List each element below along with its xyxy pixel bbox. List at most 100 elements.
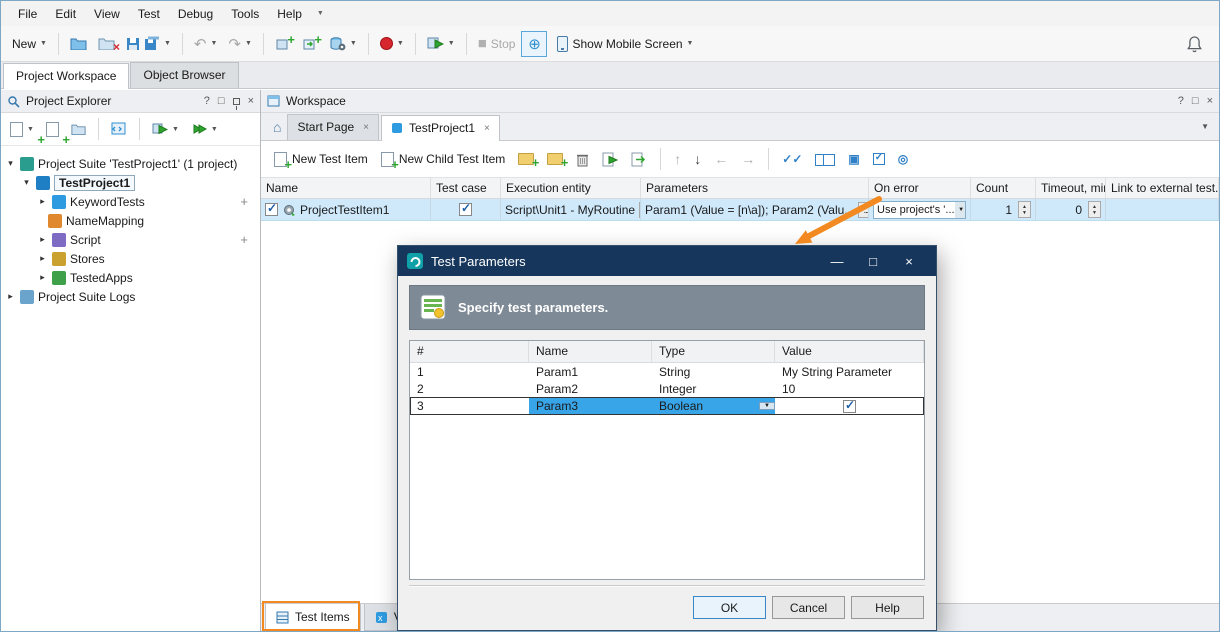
redo-button[interactable]: ↷ ▼ <box>223 31 257 57</box>
tree-item-script[interactable]: ▸ Script + <box>1 230 260 249</box>
maximize-icon[interactable]: □ <box>1192 95 1199 107</box>
group-state-button[interactable]: ◎ <box>893 148 913 170</box>
cell-value[interactable] <box>775 397 924 415</box>
cell-type[interactable]: Boolean ▼ <box>652 397 775 415</box>
column-header-number[interactable]: # <box>410 341 529 362</box>
help-button[interactable]: Help <box>851 596 924 619</box>
close-icon[interactable]: × <box>1207 95 1213 107</box>
menu-edit[interactable]: Edit <box>46 3 85 25</box>
run-selected-button[interactable] <box>597 148 623 171</box>
close-icon[interactable]: × <box>484 123 490 134</box>
tree-item-testproject1[interactable]: ▾ TestProject1 <box>1 173 260 192</box>
column-header-type[interactable]: Type <box>652 341 775 362</box>
invert-checks-button[interactable]: ▣ <box>843 148 864 170</box>
column-header-test-case[interactable]: Test case <box>431 178 501 198</box>
add-item-button[interactable]: + <box>270 32 296 55</box>
record-button[interactable]: ▼ <box>375 33 409 54</box>
cell-name[interactable]: Param3 <box>529 397 652 415</box>
menu-debug[interactable]: Debug <box>169 3 222 25</box>
menu-test[interactable]: Test <box>129 3 169 25</box>
chevron-down-icon[interactable]: ▾ <box>21 177 32 188</box>
column-header-execution-entity[interactable]: Execution entity <box>501 178 641 198</box>
move-up-button[interactable]: ↑ <box>669 147 686 171</box>
add-group-button[interactable]: + <box>513 149 539 169</box>
column-header-link-external[interactable]: Link to external test... <box>1106 178 1219 198</box>
column-header-timeout[interactable]: Timeout, min <box>1036 178 1106 198</box>
help-icon[interactable]: ? <box>204 95 210 107</box>
cell-type[interactable]: Integer <box>652 380 775 397</box>
chevron-right-icon[interactable]: ▸ <box>37 196 48 207</box>
tab-test-items[interactable]: Test Items <box>265 604 361 631</box>
column-header-value[interactable]: Value <box>775 341 924 362</box>
maximize-button[interactable]: □ <box>855 246 891 276</box>
mobile-screen-toggle[interactable]: ⊕ <box>521 31 547 57</box>
home-icon[interactable]: ⌂ <box>267 119 287 135</box>
menu-view[interactable]: View <box>85 3 129 25</box>
checked-state-button[interactable] <box>868 149 890 169</box>
add-button[interactable]: + <box>240 194 248 209</box>
check-all-button[interactable]: ✓✓ <box>777 148 807 170</box>
show-mobile-screen-button[interactable]: Show Mobile Screen ▼ <box>552 32 698 56</box>
run-suite-button[interactable]: ▼ <box>186 118 223 140</box>
chevron-down-icon[interactable]: ▾ <box>5 158 16 169</box>
test-item-row[interactable]: ProjectTestItem1 Script\Unit1 - MyRoutin… <box>261 199 1219 221</box>
count-stepper[interactable]: ▲▼ <box>1018 201 1031 218</box>
close-icon[interactable]: × <box>363 122 369 133</box>
menu-tools[interactable]: Tools <box>222 3 268 25</box>
cell-value[interactable]: 10 <box>775 380 924 397</box>
cell-on-error[interactable]: Use project's '... ▼ <box>869 199 971 220</box>
chevron-right-icon[interactable]: ▸ <box>37 272 48 283</box>
cell-link-external[interactable] <box>1106 199 1219 220</box>
column-header-count[interactable]: Count <box>971 178 1036 198</box>
notifications-bell-icon[interactable] <box>1186 35 1203 53</box>
column-header-name[interactable]: Name <box>261 178 431 198</box>
tree-item-project-suite[interactable]: ▾ Project Suite 'TestProject1' (1 projec… <box>1 154 260 173</box>
run-project-button[interactable]: ▼ <box>147 118 184 140</box>
add-new-project-button[interactable]: + ▼ <box>5 118 39 141</box>
close-icon[interactable]: × <box>248 95 254 107</box>
parameter-row[interactable]: 1 Param1 String My String Parameter <box>410 363 924 380</box>
chevron-down-icon[interactable]: ▼ <box>955 202 966 218</box>
tree-item-project-suite-logs[interactable]: ▸ Project Suite Logs <box>1 287 260 306</box>
ellipsis-button[interactable]: ... <box>858 202 869 218</box>
tab-project-workspace[interactable]: Project Workspace <box>3 63 129 89</box>
boolean-value-checkbox[interactable] <box>843 400 856 413</box>
chevron-right-icon[interactable]: ▸ <box>5 291 16 302</box>
chevron-right-icon[interactable]: ▸ <box>37 253 48 264</box>
run-button[interactable]: ▼ <box>422 32 460 55</box>
cell-name[interactable]: Param2 <box>529 380 652 397</box>
close-file-button[interactable]: × <box>93 33 120 54</box>
save-button[interactable]: ▼ <box>121 32 176 55</box>
stop-button[interactable]: ■ Stop <box>473 31 521 56</box>
dialog-title-bar[interactable]: Test Parameters — □ × <box>398 246 936 276</box>
cell-value[interactable]: My String Parameter <box>775 363 924 380</box>
new-item-button[interactable]: + <box>41 118 64 141</box>
tree-item-stores[interactable]: ▸ Stores <box>1 249 260 268</box>
cell-count[interactable]: 1 ▲▼ <box>971 199 1036 220</box>
cell-name[interactable]: Param1 <box>529 363 652 380</box>
tree-item-testedapps[interactable]: ▸ TestedApps <box>1 268 260 287</box>
minimize-button[interactable]: — <box>819 246 855 276</box>
chevron-down-icon[interactable]: ▼ <box>759 402 775 410</box>
move-down-button[interactable]: ↓ <box>689 147 706 171</box>
tab-object-browser[interactable]: Object Browser <box>130 62 238 88</box>
ok-button[interactable]: OK <box>693 596 766 619</box>
chevron-right-icon[interactable]: ▸ <box>37 234 48 245</box>
on-error-combobox[interactable]: Use project's '... ▼ <box>873 201 966 219</box>
tab-list-chevron-icon[interactable]: ▼ <box>1201 122 1209 131</box>
help-icon[interactable]: ? <box>1178 95 1184 107</box>
parameter-row-selected[interactable]: 3 Param3 Boolean ▼ <box>410 397 924 415</box>
tab-start-page[interactable]: Start Page × <box>287 114 379 140</box>
cancel-button[interactable]: Cancel <box>772 596 845 619</box>
menu-help[interactable]: Help <box>268 3 311 25</box>
open-button[interactable] <box>65 33 92 54</box>
maximize-icon[interactable]: □ <box>218 95 225 107</box>
tree-item-namemapping[interactable]: NameMapping <box>1 211 260 230</box>
new-button[interactable]: New ▼ <box>7 33 52 55</box>
db-settings-button[interactable]: ▼ <box>324 32 362 56</box>
cell-name[interactable]: ProjectTestItem1 <box>261 199 431 220</box>
add-existing-button[interactable]: + <box>297 32 323 55</box>
move-left-button[interactable]: ← <box>709 147 733 171</box>
parameter-row[interactable]: 2 Param2 Integer 10 <box>410 380 924 397</box>
export-button[interactable] <box>626 148 652 171</box>
